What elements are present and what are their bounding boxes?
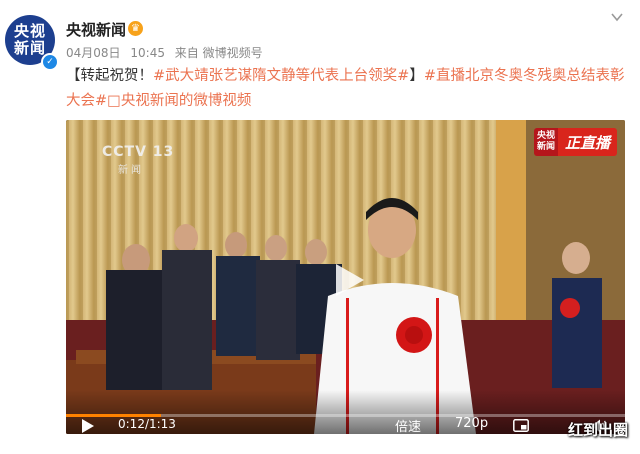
video-link[interactable]: 央视新闻的微博视频 [121, 93, 252, 109]
post-text: 【转起祝贺！#武大靖张艺谋隋文静等代表上台领奖#】#直播北京冬奥冬残奥总结表彰大… [66, 64, 626, 114]
time-display: 0:12/1:13 [118, 417, 176, 431]
picture-in-picture-icon[interactable] [513, 419, 529, 432]
avatar-text-line1: 央视 [13, 22, 46, 40]
channel-sub-label: 新闻 [118, 165, 144, 176]
video-controls: 0:12/1:13 倍速 720p [66, 390, 625, 434]
live-badge-brand-line1: 央视 [536, 131, 555, 141]
avatar-text-line2: 新闻 [13, 39, 46, 57]
play-button-icon[interactable] [82, 419, 94, 433]
live-badge-brand-line2: 新闻 [536, 142, 555, 152]
post-meta: 04月08日 10:45 来自 微博视频号 [66, 44, 269, 61]
live-badge-label: 正直播 [557, 128, 617, 156]
watermark: 红到出圈 [567, 421, 628, 439]
chevron-down-icon[interactable] [610, 10, 624, 24]
vip-badge-icon: ♛ [128, 21, 143, 36]
hashtag-link-1[interactable]: #武大靖张艺谋隋文静等代表上台领奖# [153, 68, 409, 84]
channel-logo: CCTV 13 [102, 144, 175, 160]
live-badge-brand: 央视 新闻 [533, 128, 558, 156]
account-name[interactable]: 央视新闻 [66, 19, 126, 40]
post-source[interactable]: 来自 微博视频号 [175, 46, 263, 60]
post-text-mid: 】 [409, 68, 424, 84]
video-player[interactable]: CCTV 13 新闻 央视 新闻 正直播 0:12/1:13 倍速 720p [66, 120, 625, 434]
quality-button[interactable]: 720p [455, 416, 488, 431]
post-text-prefix: 【转起祝贺！ [66, 68, 153, 84]
play-icon[interactable] [328, 260, 368, 300]
verified-badge-icon: ✓ [41, 53, 59, 71]
speed-button[interactable]: 倍速 [395, 416, 421, 434]
live-badge: 央视 新闻 正直播 [533, 128, 617, 156]
post-time: 10:45 [130, 46, 165, 60]
post-date: 04月08日 [66, 46, 121, 60]
video-link-icon: □ [107, 93, 121, 109]
